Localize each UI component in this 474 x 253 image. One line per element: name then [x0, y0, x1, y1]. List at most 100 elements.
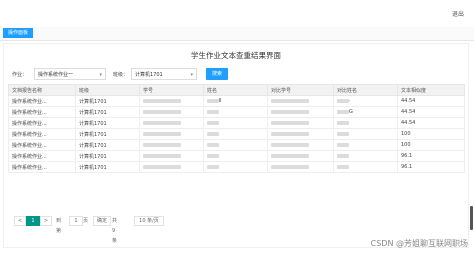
- goto-confirm-button[interactable]: 确定: [93, 216, 111, 226]
- result-table: 文档报告名称 班级 学号 姓名 对比学号 对比姓名 文本相似度 操作系统作业..…: [8, 84, 465, 173]
- top-bar: 退出: [0, 0, 474, 28]
- cell-report-name: 操作系统作业...: [8, 117, 76, 129]
- homework-label: 作业：: [12, 72, 28, 78]
- redacted-value: [207, 131, 219, 136]
- col-header-student-id: 学号: [139, 84, 204, 96]
- redacted-value: [143, 131, 181, 136]
- scrollbar[interactable]: [470, 206, 473, 230]
- cell-student-id: [139, 139, 204, 151]
- cell-report-name: 操作系统作业...: [8, 95, 76, 107]
- page-unit-label: 页: [83, 218, 89, 224]
- total-count: 共 9 条: [112, 218, 118, 244]
- cell-compare-name: [333, 139, 398, 151]
- cell-student-id: [139, 106, 204, 118]
- cell-report-name: 操作系统作业...: [8, 161, 76, 173]
- cell-compare-id: [267, 150, 334, 162]
- cell-class: 计算机1701: [75, 150, 140, 162]
- cell-report-name: 操作系统作业...: [8, 128, 76, 140]
- cell-student-id: [139, 161, 204, 173]
- cell-compare-id: [267, 95, 334, 107]
- class-select[interactable]: 计算机1701 ▾: [131, 68, 197, 80]
- next-page-button[interactable]: >: [40, 216, 52, 226]
- redacted-value: [271, 153, 309, 158]
- redacted-value: [143, 109, 181, 114]
- cell-report-name: 操作系统作业...: [8, 139, 76, 151]
- cell-similarity: 100: [397, 128, 465, 140]
- cell-compare-name: [333, 150, 398, 162]
- main-panel: 学生作业文本查重结果界面 作业： 操作系统作业一 ▾ 班级： 计算机1701 ▾…: [3, 43, 469, 248]
- cell-student-id: [139, 117, 204, 129]
- table-row: 操作系统作业... 计算机1701 96.1: [8, 161, 465, 173]
- col-header-compare-name: 对比姓名: [333, 84, 398, 96]
- tab-operation-panel[interactable]: 操作面板: [3, 28, 34, 38]
- cell-student-name: [203, 106, 268, 118]
- class-select-value: 计算机1701: [135, 72, 163, 78]
- cell-compare-id: [267, 106, 334, 118]
- redacted-value: [143, 120, 181, 125]
- redacted-value: [271, 98, 309, 103]
- name-fragment: G: [349, 109, 353, 115]
- redacted-value: [337, 109, 349, 114]
- homework-select[interactable]: 操作系统作业一 ▾: [34, 68, 106, 80]
- table-row: 操作系统作业... 计算机1701 96.1: [8, 150, 465, 162]
- cell-compare-id: [267, 128, 334, 140]
- cell-similarity: 96.1: [397, 161, 465, 173]
- redacted-value: [337, 98, 349, 103]
- page-title: 学生作业文本查重结果界面: [191, 51, 281, 60]
- cell-similarity: 44.54: [397, 106, 465, 118]
- goto-page-input[interactable]: 1: [69, 216, 83, 226]
- redacted-value: [207, 142, 219, 147]
- prev-page-button[interactable]: <: [14, 216, 26, 226]
- cell-compare-id: [267, 139, 334, 151]
- chevron-down-icon: ▾: [190, 72, 193, 78]
- redacted-value: [207, 153, 219, 158]
- redacted-value: [207, 120, 219, 125]
- name-fragment: Ⅱ: [219, 98, 222, 104]
- redacted-value: [271, 120, 309, 125]
- redacted-value: [271, 142, 309, 147]
- homework-select-value: 操作系统作业一: [38, 72, 74, 78]
- table-row: 操作系统作业... 计算机1701 100: [8, 139, 465, 151]
- cell-class: 计算机1701: [75, 106, 140, 118]
- redacted-value: [337, 131, 349, 136]
- cell-class: 计算机1701: [75, 128, 140, 140]
- cell-student-name: [203, 161, 268, 173]
- chevron-down-icon: ▾: [99, 72, 102, 78]
- cell-compare-name: [333, 128, 398, 140]
- page-1-button[interactable]: 1: [26, 216, 40, 226]
- col-header-student-name: 姓名: [203, 84, 268, 96]
- table-row: 操作系统作业... 计算机1701 G 44.54: [8, 106, 465, 118]
- redacted-value: [207, 98, 219, 103]
- col-header-compare-id: 对比学号: [267, 84, 334, 96]
- goto-label: 到第: [56, 218, 62, 234]
- cell-compare-id: [267, 117, 334, 129]
- table-row: 操作系统作业... 计算机1701 100: [8, 128, 465, 140]
- redacted-value: [143, 142, 181, 147]
- cell-class: 计算机1701: [75, 95, 140, 107]
- col-header-class: 班级: [75, 84, 140, 96]
- redacted-value: [143, 153, 181, 158]
- name-fragment: ·: [349, 98, 351, 104]
- redacted-value: [207, 164, 219, 169]
- cell-student-id: [139, 95, 204, 107]
- cell-similarity: 44.54: [397, 95, 465, 107]
- cell-compare-name: G: [333, 106, 398, 118]
- redacted-value: [143, 164, 181, 169]
- cell-compare-id: [267, 161, 334, 173]
- page-size-select[interactable]: 10 条/页: [134, 216, 164, 226]
- redacted-value: [337, 164, 349, 169]
- table-header-row: 文档报告名称 班级 学号 姓名 对比学号 对比姓名 文本相似度: [8, 84, 465, 96]
- cell-student-name: [203, 128, 268, 140]
- cell-report-name: 操作系统作业...: [8, 106, 76, 118]
- redacted-value: [337, 120, 349, 125]
- cell-compare-name: [333, 161, 398, 173]
- col-header-report-name: 文档报告名称: [8, 84, 76, 96]
- logout-link[interactable]: 退出: [452, 9, 464, 18]
- redacted-value: [207, 109, 219, 114]
- filter-bar: 作业： 操作系统作业一 ▾ 班级： 计算机1701 ▾ 搜索: [8, 68, 464, 82]
- redacted-value: [337, 153, 349, 158]
- tab-bar: 操作面板: [0, 27, 474, 41]
- cell-compare-name: ·: [333, 95, 398, 107]
- cell-student-name: [203, 150, 268, 162]
- search-button[interactable]: 搜索: [206, 68, 228, 80]
